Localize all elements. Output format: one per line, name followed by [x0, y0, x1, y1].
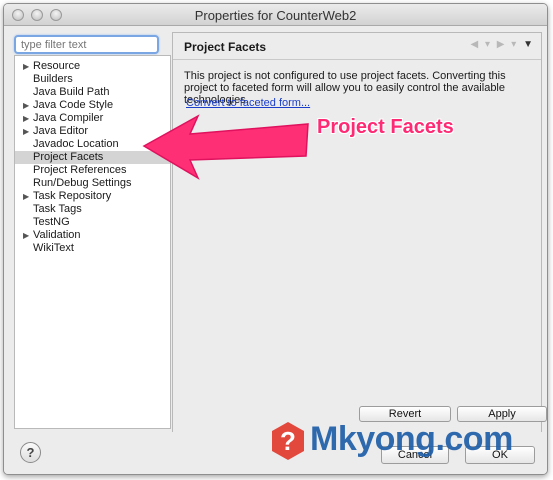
tree-item[interactable]: ▶ Resource	[15, 60, 170, 73]
page-panel: Project Facets ◀ ▾ ▶ ▾ ▼ This project is…	[172, 32, 547, 432]
view-menu-icon[interactable]: ▼	[523, 39, 535, 50]
tree-item-label: WikiText	[33, 242, 74, 254]
tree-item-label: Task Tags	[33, 203, 82, 215]
tree-item-label: Task Repository	[33, 190, 112, 202]
page-title: Project Facets	[184, 40, 267, 54]
watermark-badge-glyph: ?	[280, 426, 296, 456]
tree-item-label: Java Compiler	[33, 112, 104, 124]
tree-item-label: Project References	[33, 164, 127, 176]
tree-item-label: Project Facets	[33, 151, 104, 163]
help-icon[interactable]: ?	[20, 442, 41, 463]
back-menu-icon[interactable]: ▾	[485, 39, 492, 50]
annotation-arrow-icon	[142, 114, 309, 180]
title-bar: Properties for CounterWeb2	[4, 4, 547, 26]
tree-item-label: Resource	[33, 60, 81, 72]
tree-item[interactable]: ▶ Task Repository	[15, 190, 170, 203]
tree-item-label: Java Code Style	[33, 99, 114, 111]
page-header: Project Facets ◀ ▾ ▶ ▾ ▼	[173, 33, 541, 60]
tree-item-label: Run/Debug Settings	[33, 177, 132, 189]
expand-arrow-icon[interactable]: ▶	[23, 99, 31, 112]
tree-item-label: Validation	[33, 229, 81, 241]
expand-arrow-icon[interactable]: ▶	[23, 229, 31, 242]
watermark-text: Mkyong.com	[310, 420, 513, 458]
tree-item[interactable]: Task Tags	[15, 203, 170, 216]
tree-item-label: Java Build Path	[33, 86, 110, 98]
tree-item[interactable]: WikiText	[15, 242, 170, 255]
properties-dialog: Properties for CounterWeb2 ▶ResourceBuil…	[3, 3, 548, 475]
expand-arrow-icon[interactable]: ▶	[23, 60, 31, 73]
tree-item[interactable]: ▶ Validation	[15, 229, 170, 242]
forward-icon[interactable]: ▶	[497, 39, 507, 50]
tree-item[interactable]: TestNG	[15, 216, 170, 229]
tree-item[interactable]: Java Build Path	[15, 86, 170, 99]
tree-item-label: Javadoc Location	[33, 138, 119, 150]
expand-arrow-icon[interactable]: ▶	[23, 112, 31, 125]
tree-item-label: TestNG	[33, 216, 70, 228]
watermark-logo-icon: ?	[272, 422, 304, 460]
tree-item-label: Builders	[33, 73, 73, 85]
filter-field[interactable]	[14, 35, 159, 54]
convert-link[interactable]: Convert to faceted form...	[186, 97, 310, 109]
forward-menu-icon[interactable]: ▾	[511, 39, 518, 50]
annotation-label: Project Facets	[317, 116, 454, 138]
filter-input[interactable]	[16, 37, 157, 52]
window-title: Properties for CounterWeb2	[194, 8, 357, 23]
back-icon[interactable]: ◀	[471, 39, 481, 50]
expand-arrow-icon[interactable]: ▶	[23, 125, 31, 138]
history-nav: ◀ ▾ ▶ ▾ ▼	[471, 39, 536, 50]
tree-item-label: Java Editor	[33, 125, 89, 137]
expand-arrow-icon[interactable]: ▶	[23, 190, 31, 203]
tree-item[interactable]: Builders	[15, 73, 170, 86]
